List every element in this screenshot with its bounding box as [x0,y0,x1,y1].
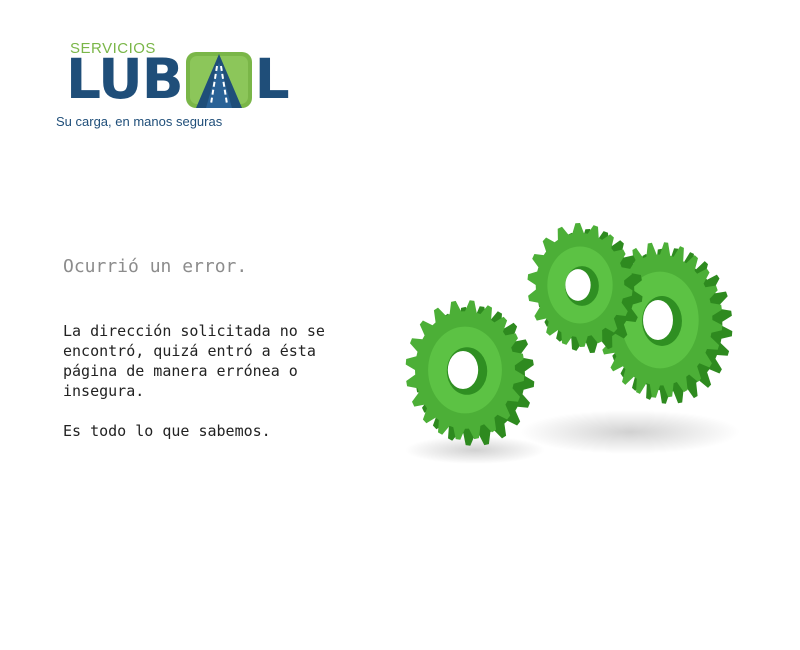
error-description: La dirección solicitada no se encontró, … [63,322,325,400]
error-title: Ocurrió un error. [63,256,248,277]
green-gears-icon [405,223,740,464]
gear-left [405,300,535,446]
gear-top [527,223,643,353]
logo-wordmark: LUB L [66,48,290,110]
error-footer: Es todo lo que sabemos. [63,422,271,440]
gears-illustration [380,200,750,470]
logo-tagline: Su carga, en manos seguras [56,114,223,129]
road-icon [184,48,254,110]
error-message: Ocurrió un error. La dirección solicitad… [63,256,373,461]
logo-word-right: L [254,46,290,111]
logo-word-left: LUB [66,46,184,111]
company-logo: SERVICIOS LUB L Su carga, en manos segur… [54,38,304,133]
